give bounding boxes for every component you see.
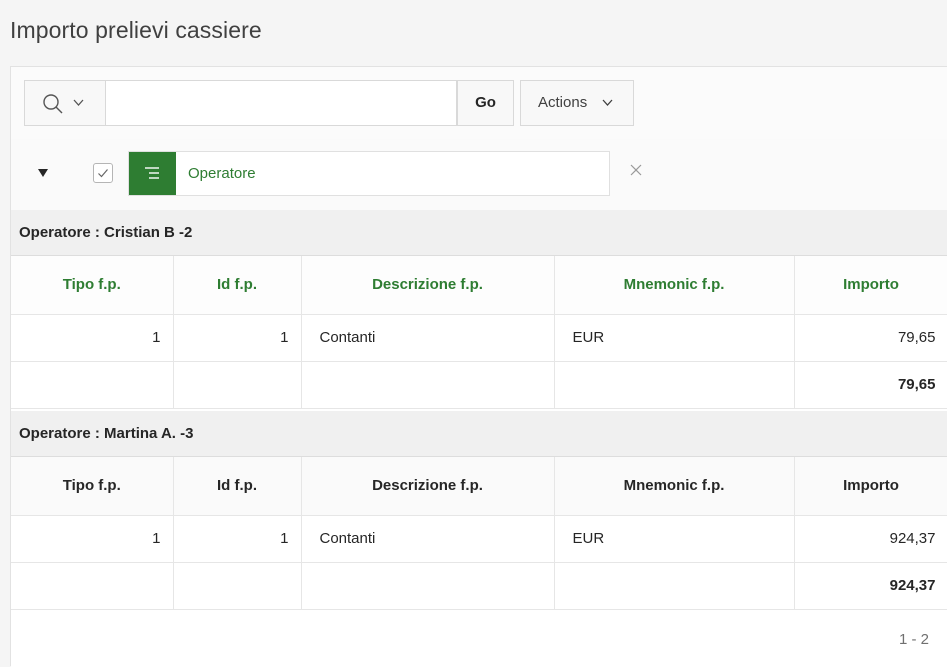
chevron-down-icon: [73, 99, 84, 106]
filter-bar: Operatore: [11, 139, 947, 211]
actions-menu-button[interactable]: Actions: [520, 80, 634, 126]
report-table: Tipo f.p. Id f.p. Descrizione f.p. Mnemo…: [11, 457, 947, 610]
cell-importo: 924,37: [794, 515, 947, 563]
total-row: 924,37: [11, 562, 947, 610]
table-header-row: Tipo f.p. Id f.p. Descrizione f.p. Mnemo…: [11, 457, 947, 516]
pagination-range: 1 - 2: [898, 631, 929, 648]
search-box: [24, 80, 457, 126]
table-header-row: Tipo f.p. Id f.p. Descrizione f.p. Mnemo…: [11, 256, 947, 315]
interactive-report-region: Go Actions Operatore Operatore: Cristia…: [10, 66, 947, 667]
search-column-selector[interactable]: [25, 81, 106, 125]
page-title: Importo prelievi cassiere: [10, 17, 262, 43]
cell-id: 1: [173, 314, 302, 362]
cell-mnemonic: EUR: [554, 515, 795, 563]
column-header-id[interactable]: Id f.p.: [173, 256, 302, 315]
cell-importo: 79,65: [794, 314, 947, 362]
filter-label: Operatore: [188, 165, 256, 182]
group-header: Operatore : Martina A. -3: [11, 411, 947, 457]
column-header-tipo[interactable]: Tipo f.p.: [11, 256, 174, 315]
column-header-descrizione[interactable]: Descrizione f.p.: [301, 457, 555, 516]
actions-label: Actions: [538, 94, 588, 111]
column-header-mnemonic[interactable]: Mnemonic f.p.: [554, 457, 795, 516]
cell-total: 79,65: [794, 361, 947, 409]
go-button[interactable]: Go: [457, 80, 514, 126]
cell-total: 924,37: [794, 562, 947, 610]
table-row: 1 1 Contanti EUR 924,37: [11, 515, 947, 563]
control-break-filter[interactable]: Operatore: [128, 151, 610, 196]
group-header: Operatore : Cristian B -2: [11, 210, 947, 256]
column-header-id[interactable]: Id f.p.: [173, 457, 302, 516]
pagination-footer: [11, 612, 947, 667]
cell-tipo: 1: [11, 314, 174, 362]
search-input[interactable]: [106, 81, 456, 125]
close-icon[interactable]: [630, 164, 642, 176]
report-toolbar: Go Actions: [11, 67, 947, 140]
chevron-down-icon: [602, 99, 613, 106]
triangle-down-icon[interactable]: [38, 169, 48, 177]
cell-mnemonic: EUR: [554, 314, 795, 362]
filter-enabled-checkbox[interactable]: [93, 163, 113, 183]
column-header-importo[interactable]: Importo: [794, 256, 947, 315]
cell-descrizione: Contanti: [301, 515, 555, 563]
column-header-importo[interactable]: Importo: [794, 457, 947, 516]
table-row: 1 1 Contanti EUR 79,65: [11, 314, 947, 362]
cell-id: 1: [173, 515, 302, 563]
column-header-descrizione[interactable]: Descrizione f.p.: [301, 256, 555, 315]
report-table: Tipo f.p. Id f.p. Descrizione f.p. Mnemo…: [11, 256, 947, 409]
checkmark-icon: [98, 169, 108, 178]
filter-list-icon: [129, 152, 176, 195]
cell-tipo: 1: [11, 515, 174, 563]
total-row: 79,65: [11, 361, 947, 409]
search-icon: [43, 94, 63, 114]
cell-descrizione: Contanti: [301, 314, 555, 362]
column-header-mnemonic[interactable]: Mnemonic f.p.: [554, 256, 795, 315]
column-header-tipo[interactable]: Tipo f.p.: [11, 457, 174, 516]
